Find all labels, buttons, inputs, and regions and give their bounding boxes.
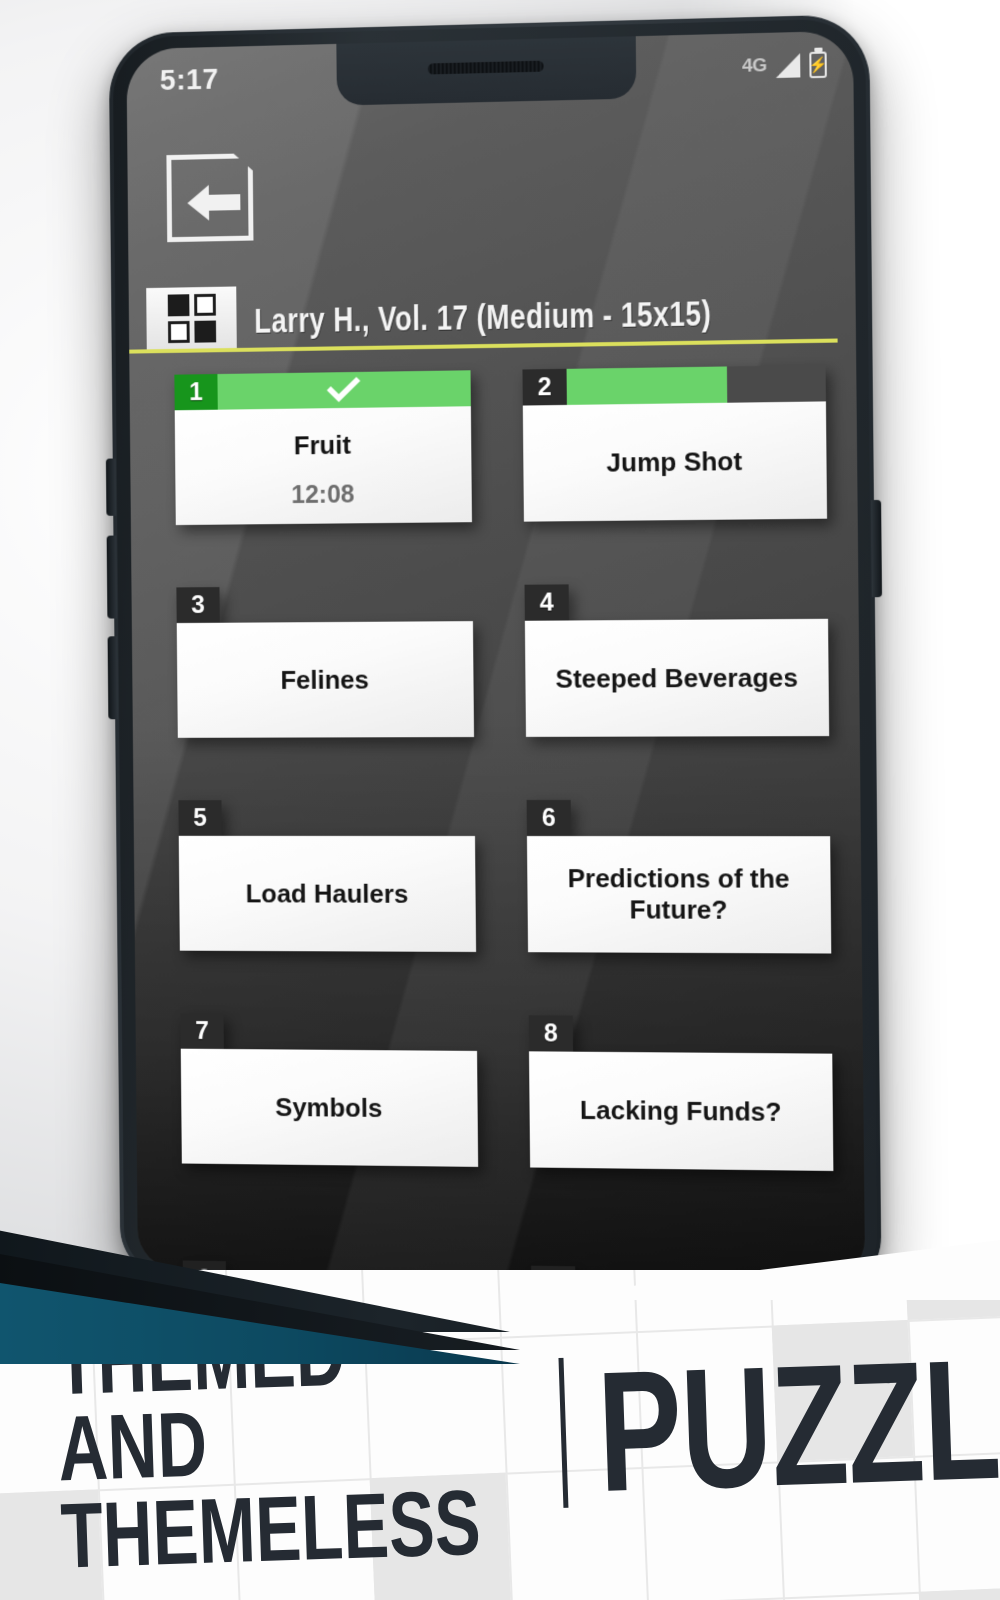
puzzle-number: 2 [522, 368, 567, 406]
puzzle-number: 4 [524, 584, 569, 621]
puzzle-card-header: 4 [524, 582, 829, 621]
grid-cell-2 [193, 293, 216, 316]
puzzle-title: Symbols [275, 1091, 383, 1123]
phone-button-right-1[interactable] [870, 499, 883, 598]
puzzle-number: 7 [180, 1013, 224, 1049]
puzzle-title: Lacking Funds? [579, 1094, 782, 1127]
network-type-label: 4G [741, 55, 767, 77]
puzzle-title: Load Haulers [245, 878, 409, 909]
app-content: Larry H., Vol. 17 (Medium - 15x15) 1 Fru… [127, 91, 865, 1280]
puzzle-grid-icon [146, 286, 237, 350]
puzzle-title: Felines [280, 664, 370, 695]
puzzle-progress-track [571, 800, 830, 836]
grid-cell-3 [167, 320, 190, 343]
puzzle-number: 1 [174, 374, 218, 411]
checkmark-icon [217, 370, 470, 409]
puzzle-time: 12:08 [291, 480, 355, 509]
banner-subhead-line2: THEMELESS [59, 1469, 483, 1588]
phone-button-left-2[interactable] [106, 535, 118, 619]
puzzle-progress-track [573, 1016, 832, 1054]
puzzle-card[interactable]: 2 Jump Shot [522, 365, 828, 522]
puzzle-progress-track [566, 365, 826, 405]
phone-button-left-1[interactable] [105, 458, 117, 516]
puzzle-progress-track [221, 800, 475, 836]
battery-charging-icon: ⚡ [808, 51, 828, 79]
back-button[interactable] [166, 153, 253, 242]
grid-shaded-cell [918, 1586, 1000, 1600]
puzzle-card[interactable]: 7 Symbols [180, 1013, 479, 1167]
puzzle-card-header: 6 [526, 799, 831, 837]
puzzle-progress-fill [566, 366, 727, 405]
puzzle-card-body: Steeped Beverages [524, 618, 830, 737]
puzzle-card-body: Felines [176, 621, 475, 738]
puzzle-card[interactable]: 1 Fruit 12:08 [174, 370, 472, 526]
puzzle-title: Jump Shot [606, 445, 743, 478]
signal-bars-icon [775, 53, 801, 79]
grid-cell-4 [193, 320, 216, 343]
puzzle-number: 6 [526, 799, 572, 837]
puzzle-card[interactable]: 5 Load Haulers [178, 800, 477, 952]
puzzle-card-header: 5 [178, 800, 475, 836]
puzzle-card-header: 8 [528, 1015, 833, 1054]
grid-cell-1 [167, 293, 189, 316]
puzzle-card-header: 3 [176, 585, 473, 624]
charging-bolt-icon: ⚡ [808, 56, 828, 74]
puzzle-card-header: 2 [522, 365, 826, 406]
puzzle-card-body: Jump Shot [522, 401, 828, 522]
banner-headline: PUZZLES [594, 1317, 1000, 1528]
puzzle-title: Fruit [293, 429, 352, 461]
puzzle-card-body: Fruit 12:08 [174, 406, 472, 526]
puzzle-card-header: 7 [180, 1013, 477, 1051]
puzzle-list: 1 Fruit 12:08 2 Jump Shot 3 Felines 4 St… [174, 365, 834, 1171]
puzzle-title: Predictions of the Future? [567, 863, 790, 925]
puzzle-card-body: Lacking Funds? [529, 1051, 834, 1171]
phone-button-left-3[interactable] [107, 636, 119, 720]
puzzle-card[interactable]: 8 Lacking Funds? [528, 1015, 834, 1171]
puzzle-card-header: 1 [174, 370, 471, 411]
puzzle-progress-track [219, 585, 472, 623]
page-title: Larry H., Vol. 17 (Medium - 15x15) [254, 294, 712, 341]
puzzle-progress-track [217, 370, 471, 410]
screenshot-stage: 5:17 4G ⚡ Larry H., Vol. 17 (Medium - 15… [0, 0, 1000, 1600]
back-arrow-icon [187, 180, 242, 225]
page-title-bar: Larry H., Vol. 17 (Medium - 15x15) [128, 275, 838, 354]
puzzle-card[interactable]: 4 Steeped Beverages [524, 582, 830, 737]
status-clock: 5:17 [159, 63, 219, 97]
puzzle-number: 8 [528, 1015, 574, 1052]
phone-mockup: 5:17 4G ⚡ Larry H., Vol. 17 (Medium - 15… [105, 13, 883, 1291]
puzzle-card-body: Predictions of the Future? [526, 836, 832, 954]
puzzle-card[interactable]: 6 Predictions of the Future? [526, 799, 832, 954]
puzzle-card-body: Load Haulers [178, 835, 477, 952]
puzzle-card[interactable]: 3 Felines [176, 585, 475, 738]
puzzle-progress-track [224, 1013, 478, 1051]
banner-divider [558, 1357, 569, 1508]
puzzle-title: Steeped Beverages [555, 662, 799, 694]
puzzle-number: 3 [176, 587, 220, 624]
phone-screen: 5:17 4G ⚡ Larry H., Vol. 17 (Medium - 15… [126, 30, 866, 1280]
status-indicators: 4G ⚡ [741, 51, 828, 80]
puzzle-card-body: Symbols [180, 1048, 479, 1167]
puzzle-progress-track [569, 582, 828, 620]
puzzle-number: 5 [178, 800, 222, 836]
